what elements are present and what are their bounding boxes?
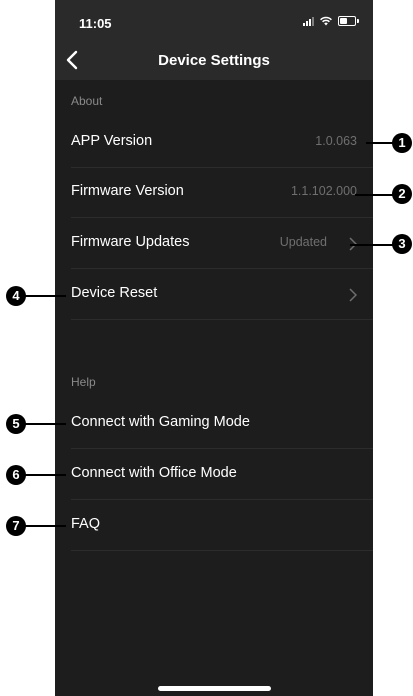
divider — [71, 448, 373, 449]
callout-line — [22, 525, 66, 527]
status-bar: 11:05 — [55, 0, 373, 40]
status-icons — [303, 16, 359, 26]
row-gaming-mode[interactable]: Connect with Gaming Mode — [55, 399, 373, 449]
row-value: 1.0.063 — [315, 134, 357, 148]
row-label: Connect with Office Mode — [71, 465, 237, 481]
section-header-about: About — [71, 94, 103, 108]
divider — [71, 217, 373, 218]
row-label: Firmware Updates — [71, 234, 190, 250]
callout-badge-2: 2 — [392, 184, 412, 204]
row-app-version: APP Version 1.0.063 — [55, 118, 373, 168]
callout-line — [350, 244, 395, 246]
chevron-right-icon — [349, 288, 357, 302]
wifi-icon — [320, 16, 332, 26]
row-device-reset[interactable]: Device Reset — [55, 270, 373, 320]
callout-badge-1: 1 — [392, 133, 412, 153]
row-office-mode[interactable]: Connect with Office Mode — [55, 450, 373, 500]
divider — [71, 499, 373, 500]
phone-screen: 11:05 Device Settings About APP Version … — [55, 0, 373, 696]
callout-line — [22, 474, 66, 476]
section-header-help: Help — [71, 375, 96, 389]
row-label: FAQ — [71, 516, 101, 532]
home-indicator[interactable] — [158, 686, 271, 691]
row-label: APP Version — [71, 133, 153, 149]
nav-bar: Device Settings — [55, 40, 373, 80]
row-firmware-updates[interactable]: Firmware Updates Updated — [55, 219, 373, 269]
signal-icon — [303, 16, 314, 26]
battery-nub — [357, 19, 359, 23]
row-label: Device Reset — [71, 285, 158, 301]
battery-icon — [338, 16, 356, 26]
row-firmware-version: Firmware Version 1.1.102.000 — [55, 168, 373, 218]
callout-line — [355, 194, 395, 196]
status-time: 11:05 — [79, 16, 112, 31]
divider — [71, 550, 373, 551]
callout-badge-3: 3 — [392, 234, 412, 254]
divider — [71, 319, 373, 320]
callout-line — [22, 423, 66, 425]
row-label: Connect with Gaming Mode — [71, 414, 250, 430]
row-value: Updated — [279, 235, 327, 249]
divider — [71, 268, 373, 269]
page-title: Device Settings — [158, 52, 270, 69]
callout-line — [22, 295, 66, 297]
row-value: 1.1.102.000 — [290, 184, 357, 198]
row-label: Firmware Version — [71, 183, 184, 199]
row-faq[interactable]: FAQ — [55, 501, 373, 551]
